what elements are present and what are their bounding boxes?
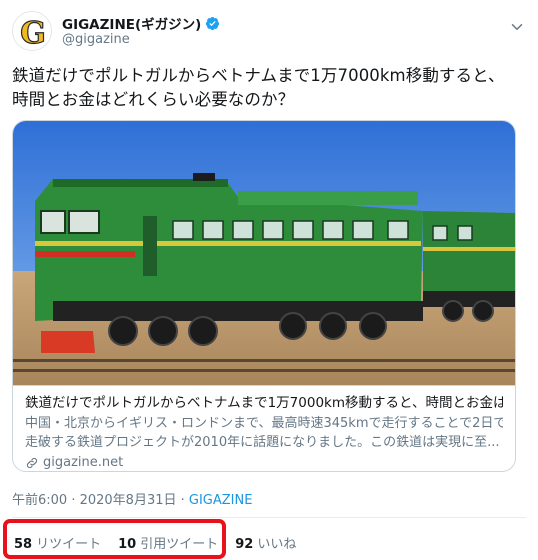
- display-name[interactable]: GIGAZINE(ギガジン): [62, 13, 201, 33]
- chevron-down-icon[interactable]: [508, 18, 526, 36]
- card-title: 鉄道だけでポルトガルからベトナムまで1万7000km移動すると、時間とお金は..…: [25, 395, 503, 411]
- card-description: 中国・北京からイギリス・ロンドンまで、最高時速345kmで走行することで2日で …: [25, 414, 503, 452]
- tweet-header: G GIGAZINE(ギガジン) @gigazine: [12, 10, 526, 54]
- source-link[interactable]: GIGAZINE: [189, 493, 253, 508]
- red-highlight-box: [3, 519, 226, 559]
- name-row: GIGAZINE(ギガジン): [62, 13, 220, 33]
- card-body[interactable]: 鉄道だけでポルトガルからベトナムまで1万7000km移動すると、時間とお金は..…: [13, 385, 515, 471]
- card-image-train[interactable]: [13, 121, 515, 385]
- likes-stat[interactable]: 92 いいね: [235, 533, 296, 552]
- divider: [12, 517, 526, 518]
- handle[interactable]: @gigazine: [62, 32, 130, 47]
- link-card[interactable]: 鉄道だけでポルトガルからベトナムまで1万7000km移動すると、時間とお金は..…: [12, 120, 516, 472]
- svg-text:G: G: [20, 16, 46, 51]
- gigazine-logo-icon: G: [13, 12, 51, 51]
- tweet-meta: 午前6:00 · 2020年8月31日 · GIGAZINE: [12, 489, 252, 508]
- card-domain-text: gigazine.net: [43, 455, 124, 470]
- link-icon: [26, 457, 38, 469]
- tweet-text-line: 鉄道だけでポルトガルからベトナムまで1万7000km移動すると、: [12, 66, 505, 85]
- timestamp[interactable]: 午前6:00 · 2020年8月31日 ·: [12, 493, 189, 508]
- likes-label: いいね: [257, 537, 297, 552]
- tweet-text: 鉄道だけでポルトガルからベトナムまで1万7000km移動すると、 時間とお金はど…: [12, 64, 526, 112]
- card-description-line: 中国・北京からイギリス・ロンドンまで、最高時速345kmで走行することで2日で: [25, 416, 503, 431]
- likes-count: 92: [235, 537, 254, 552]
- card-domain: gigazine.net: [25, 454, 503, 471]
- tweet-text-line: 時間とお金はどれくらい必要なのか？: [12, 90, 295, 109]
- avatar[interactable]: G: [12, 11, 52, 51]
- verified-badge-icon: [206, 16, 220, 30]
- card-description-line: 走破する鉄道プロジェクトが2010年に話題になりました。この鉄道は実現に至...: [25, 435, 500, 450]
